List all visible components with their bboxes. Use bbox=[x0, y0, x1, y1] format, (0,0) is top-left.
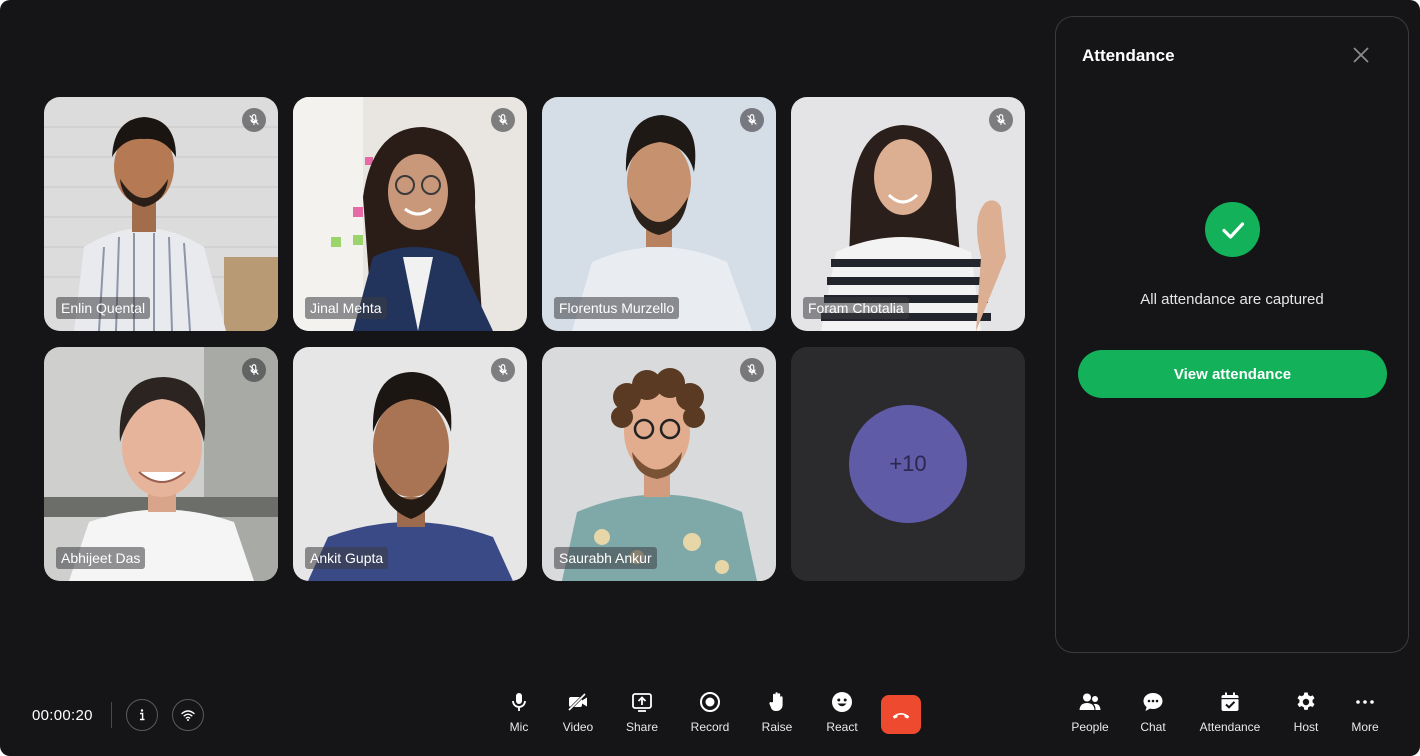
people-button[interactable]: People bbox=[1068, 690, 1112, 734]
people-icon bbox=[1078, 690, 1102, 714]
participant-name: Saurabh Ankur bbox=[554, 547, 657, 569]
participant-tile[interactable]: Enlin Quental bbox=[44, 97, 278, 331]
more-participants-tile[interactable]: +10 bbox=[791, 347, 1025, 581]
check-icon bbox=[1205, 202, 1260, 257]
raise-hand-icon bbox=[765, 690, 789, 714]
participant-video bbox=[542, 347, 776, 581]
smiley-icon bbox=[830, 690, 854, 714]
mic-button[interactable]: Mic bbox=[505, 690, 533, 734]
video-grid: Enlin Quental Jinal Mehta Florentus Murz… bbox=[44, 97, 1026, 581]
record-label: Record bbox=[690, 720, 730, 734]
participant-tile[interactable]: Saurabh Ankur bbox=[542, 347, 776, 581]
more-participants-count: +10 bbox=[849, 405, 967, 523]
view-attendance-button[interactable]: View attendance bbox=[1078, 350, 1387, 398]
more-button[interactable]: More bbox=[1347, 690, 1383, 734]
more-label: More bbox=[1351, 720, 1379, 734]
host-button[interactable]: Host bbox=[1289, 690, 1323, 734]
calendar-check-icon bbox=[1218, 690, 1242, 714]
status-message: All attendance are captured bbox=[1140, 291, 1324, 308]
participant-video bbox=[293, 97, 527, 331]
share-screen-icon bbox=[630, 690, 654, 714]
video-label: Video bbox=[562, 720, 594, 734]
mic-icon bbox=[507, 690, 531, 714]
participant-name: Abhijeet Das bbox=[56, 547, 146, 569]
react-button[interactable]: React bbox=[823, 690, 861, 734]
panel-title: Attendance bbox=[1082, 46, 1175, 65]
participant-video bbox=[44, 347, 278, 581]
call-timer: 00:00:20 bbox=[32, 707, 93, 724]
participant-name: Enlin Quental bbox=[56, 297, 151, 319]
meeting-window: Enlin Quental Jinal Mehta Florentus Murz… bbox=[0, 0, 1420, 756]
mic-muted-icon bbox=[242, 108, 266, 132]
raise-label: Raise bbox=[761, 720, 793, 734]
chat-label: Chat bbox=[1140, 720, 1166, 734]
mic-muted-icon bbox=[740, 108, 764, 132]
video-button[interactable]: Video bbox=[559, 690, 597, 734]
attendance-panel: Attendance All attendance are captured V… bbox=[1055, 16, 1409, 653]
mic-muted-icon bbox=[740, 358, 764, 382]
attendance-label: Attendance bbox=[1199, 720, 1261, 734]
attendance-button[interactable]: Attendance bbox=[1196, 690, 1264, 734]
share-button[interactable]: Share bbox=[623, 690, 661, 734]
people-label: People bbox=[1071, 720, 1109, 734]
raise-hand-button[interactable]: Raise bbox=[759, 690, 795, 734]
participant-tile[interactable]: Ankit Gupta bbox=[293, 347, 527, 581]
participant-video bbox=[791, 97, 1025, 331]
participant-video bbox=[542, 97, 776, 331]
chat-icon bbox=[1141, 690, 1165, 714]
close-icon[interactable] bbox=[1352, 46, 1370, 64]
mic-muted-icon bbox=[491, 108, 515, 132]
mic-muted-icon bbox=[491, 358, 515, 382]
video-off-icon bbox=[566, 690, 590, 714]
hang-up-icon bbox=[892, 712, 910, 719]
participant-tile[interactable]: Jinal Mehta bbox=[293, 97, 527, 331]
end-call-button[interactable] bbox=[881, 695, 921, 734]
participant-tile[interactable]: Foram Chotalia bbox=[791, 97, 1025, 331]
divider bbox=[111, 702, 112, 728]
participant-name: Ankit Gupta bbox=[305, 547, 389, 569]
gear-icon bbox=[1294, 690, 1318, 714]
react-label: React bbox=[826, 720, 858, 734]
more-dots-icon bbox=[1353, 690, 1377, 714]
participant-name: Jinal Mehta bbox=[305, 297, 387, 319]
chat-button[interactable]: Chat bbox=[1136, 690, 1170, 734]
info-icon[interactable] bbox=[126, 699, 158, 731]
participant-name: Foram Chotalia bbox=[803, 297, 909, 319]
participant-video bbox=[293, 347, 527, 581]
host-label: Host bbox=[1293, 720, 1319, 734]
participant-tile[interactable]: Florentus Murzello bbox=[542, 97, 776, 331]
participant-video bbox=[44, 97, 278, 331]
participant-tile[interactable]: Abhijeet Das bbox=[44, 347, 278, 581]
record-icon bbox=[698, 690, 722, 714]
record-button[interactable]: Record bbox=[688, 690, 732, 734]
wifi-icon[interactable] bbox=[172, 699, 204, 731]
mic-label: Mic bbox=[509, 720, 529, 734]
mic-muted-icon bbox=[989, 108, 1013, 132]
share-label: Share bbox=[625, 720, 659, 734]
mic-muted-icon bbox=[242, 358, 266, 382]
participant-name: Florentus Murzello bbox=[554, 297, 680, 319]
